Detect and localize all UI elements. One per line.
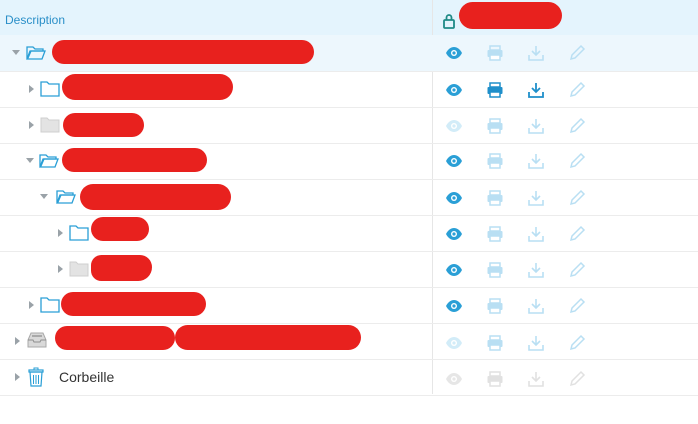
edit-pencil-icon[interactable] bbox=[568, 297, 586, 315]
download-icon[interactable] bbox=[527, 44, 545, 62]
collapse-arrow-icon[interactable] bbox=[40, 194, 48, 199]
expand-arrow-icon[interactable] bbox=[29, 85, 34, 93]
view-icon[interactable] bbox=[445, 225, 463, 243]
view-icon[interactable] bbox=[445, 297, 463, 315]
print-icon[interactable] bbox=[486, 370, 504, 388]
folder-gray-icon bbox=[40, 117, 60, 133]
tree-row[interactable] bbox=[0, 71, 698, 108]
download-icon[interactable] bbox=[527, 261, 545, 279]
print-icon[interactable] bbox=[486, 334, 504, 352]
view-icon[interactable] bbox=[445, 117, 463, 135]
folder-gray-icon bbox=[69, 261, 89, 277]
tree-row[interactable] bbox=[0, 35, 698, 72]
folder-icon bbox=[40, 297, 60, 313]
expand-arrow-icon[interactable] bbox=[15, 337, 20, 345]
redacted-label bbox=[91, 255, 152, 281]
download-icon[interactable] bbox=[527, 152, 545, 170]
redacted-label bbox=[62, 74, 233, 100]
redacted-header-text bbox=[459, 2, 562, 29]
folder-icon bbox=[40, 81, 60, 97]
edit-pencil-icon[interactable] bbox=[568, 261, 586, 279]
view-icon[interactable] bbox=[445, 81, 463, 99]
download-icon[interactable] bbox=[527, 225, 545, 243]
view-icon[interactable] bbox=[445, 334, 463, 352]
redacted-label bbox=[91, 217, 149, 241]
tree-row[interactable] bbox=[0, 179, 698, 216]
print-icon[interactable] bbox=[486, 117, 504, 135]
print-icon[interactable] bbox=[486, 225, 504, 243]
collapse-arrow-icon[interactable] bbox=[12, 50, 20, 55]
folder-open-icon bbox=[56, 190, 76, 204]
view-icon[interactable] bbox=[445, 44, 463, 62]
tree-row[interactable] bbox=[0, 323, 698, 360]
trash-icon bbox=[28, 367, 44, 387]
tree-row[interactable]: Corbeille bbox=[0, 359, 698, 396]
edit-pencil-icon[interactable] bbox=[568, 117, 586, 135]
view-icon[interactable] bbox=[445, 152, 463, 170]
tree-row[interactable] bbox=[0, 287, 698, 324]
print-icon[interactable] bbox=[486, 81, 504, 99]
redacted-label bbox=[175, 325, 361, 350]
download-icon[interactable] bbox=[527, 334, 545, 352]
edit-pencil-icon[interactable] bbox=[568, 152, 586, 170]
trash-label: Corbeille bbox=[59, 369, 115, 385]
expand-arrow-icon[interactable] bbox=[58, 229, 63, 237]
edit-pencil-icon[interactable] bbox=[568, 334, 586, 352]
folder-icon bbox=[69, 225, 89, 241]
expand-arrow-icon[interactable] bbox=[29, 121, 34, 129]
download-icon[interactable] bbox=[527, 189, 545, 207]
collapse-arrow-icon[interactable] bbox=[26, 158, 34, 163]
download-icon[interactable] bbox=[527, 370, 545, 388]
print-icon[interactable] bbox=[486, 44, 504, 62]
download-icon[interactable] bbox=[527, 117, 545, 135]
edit-pencil-icon[interactable] bbox=[568, 44, 586, 62]
edit-pencil-icon[interactable] bbox=[568, 370, 586, 388]
redacted-label bbox=[52, 40, 314, 64]
redacted-label bbox=[55, 326, 175, 350]
expand-arrow-icon[interactable] bbox=[29, 301, 34, 309]
print-icon[interactable] bbox=[486, 152, 504, 170]
view-icon[interactable] bbox=[445, 370, 463, 388]
edit-pencil-icon[interactable] bbox=[568, 189, 586, 207]
description-column-header[interactable]: Description bbox=[5, 13, 65, 27]
view-icon[interactable] bbox=[445, 189, 463, 207]
edit-pencil-icon[interactable] bbox=[568, 225, 586, 243]
download-icon[interactable] bbox=[527, 81, 545, 99]
download-icon[interactable] bbox=[527, 297, 545, 315]
print-icon[interactable] bbox=[486, 297, 504, 315]
expand-arrow-icon[interactable] bbox=[58, 265, 63, 273]
expand-arrow-icon[interactable] bbox=[15, 373, 20, 381]
view-icon[interactable] bbox=[445, 261, 463, 279]
tree-row[interactable] bbox=[0, 143, 698, 180]
tree-row[interactable] bbox=[0, 251, 698, 288]
print-icon[interactable] bbox=[486, 189, 504, 207]
redacted-label bbox=[61, 292, 206, 316]
table-header: Description bbox=[0, 0, 698, 36]
edit-pencil-icon[interactable] bbox=[568, 81, 586, 99]
redacted-label bbox=[62, 148, 207, 172]
folder-open-icon bbox=[26, 46, 46, 60]
inbox-tray-icon bbox=[27, 332, 47, 348]
folder-open-icon bbox=[39, 154, 59, 168]
print-icon[interactable] bbox=[486, 261, 504, 279]
redacted-label bbox=[63, 113, 144, 137]
redacted-label bbox=[80, 184, 231, 210]
tree-row[interactable] bbox=[0, 107, 698, 144]
lock-icon bbox=[442, 13, 456, 29]
tree-row[interactable] bbox=[0, 215, 698, 252]
